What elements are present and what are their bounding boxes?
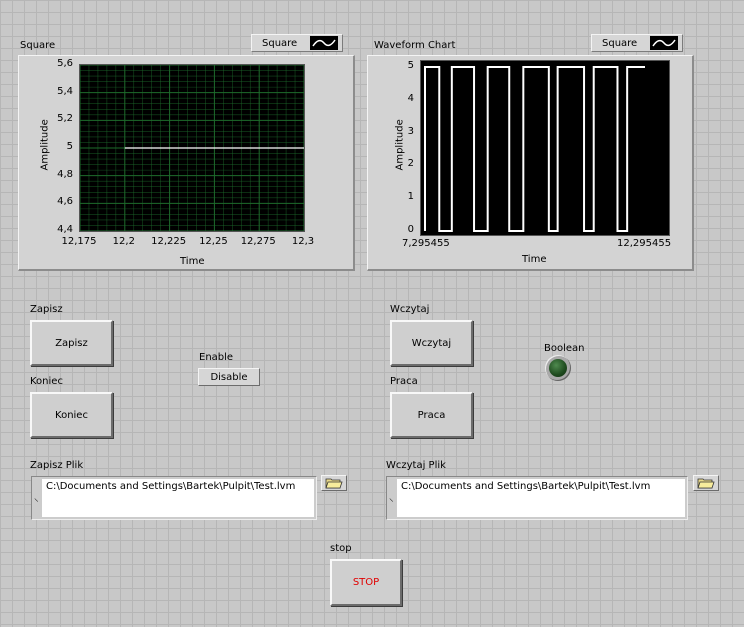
y-tick-label: 4,8 [57, 168, 73, 180]
zapisz-label: Zapisz [30, 304, 63, 315]
wczytaj-plik-path[interactable]: ⸜ C:\Documents and Settings\Bartek\Pulpi… [386, 476, 688, 520]
series-line [424, 66, 645, 232]
boolean-label: Boolean [544, 343, 585, 354]
enable-button[interactable]: Disable [198, 368, 260, 386]
y-tick-label: 3 [407, 125, 414, 137]
y-tick-label: 4,6 [57, 196, 73, 208]
graph2-ylabel: Amplitude [394, 119, 406, 171]
enable-label: Enable [199, 352, 234, 363]
zapisz-plik-label: Zapisz Plik [30, 460, 84, 471]
path-status-icon: ⸜ [34, 494, 39, 504]
graph1-label: Square [20, 40, 56, 51]
folder-open-icon [697, 478, 715, 489]
y-tick-label: 5,2 [57, 113, 73, 125]
x-tick-label: 7,295455 [402, 238, 450, 249]
wczytaj-plik-field[interactable]: C:\Documents and Settings\Bartek\Pulpit\… [397, 479, 685, 517]
zapisz-plik-browse-button[interactable] [321, 475, 347, 491]
path-status-icon: ⸜ [389, 494, 394, 504]
graph2-xlabel: Time [522, 254, 547, 265]
x-tick-label: 12,2 [112, 236, 135, 247]
graph1-plot-area[interactable] [79, 64, 305, 232]
praca-label: Praca [390, 376, 418, 387]
graph1-xlabel: Time [180, 256, 205, 267]
graph1-ylabel: Amplitude [39, 119, 51, 171]
graph2-plot-legend[interactable]: Square [591, 34, 683, 52]
x-tick-label: 12,25 [199, 236, 228, 247]
y-tick-label: 5 [407, 60, 414, 71]
graph2-svg [424, 66, 645, 232]
line-style-icon [310, 36, 338, 50]
folder-open-icon [325, 478, 343, 489]
wczytaj-plik-browse-button[interactable] [693, 475, 719, 491]
boolean-led[interactable] [545, 355, 571, 381]
wczytaj-label: Wczytaj [390, 304, 430, 315]
zapisz-plik-path[interactable]: ⸜ C:\Documents and Settings\Bartek\Pulpi… [31, 476, 317, 520]
line-style-icon [650, 36, 678, 50]
y-tick-label: 5 [66, 141, 73, 152]
y-tick-label: 2 [407, 158, 414, 170]
x-tick-label: 12,295455 [617, 238, 672, 249]
x-tick-label: 12,175 [61, 236, 97, 247]
graph1-svg [79, 64, 305, 232]
zapisz-button[interactable]: Zapisz [30, 320, 113, 366]
graph2-label: Waveform Chart [374, 40, 456, 51]
y-tick-label: 1 [407, 191, 414, 203]
graph2-plot-area[interactable] [420, 60, 670, 236]
stop-button[interactable]: STOP [330, 559, 402, 606]
wczytaj-button[interactable]: Wczytaj [390, 320, 473, 366]
praca-button[interactable]: Praca [390, 392, 473, 438]
koniec-button[interactable]: Koniec [30, 392, 113, 438]
wczytaj-plik-label: Wczytaj Plik [386, 460, 446, 471]
graph1-plot-legend[interactable]: Square [251, 34, 343, 52]
stop-label: stop [330, 543, 352, 554]
zapisz-plik-field[interactable]: C:\Documents and Settings\Bartek\Pulpit\… [42, 479, 314, 517]
y-tick-label: 4,4 [57, 224, 73, 235]
x-tick-label: 12,275 [240, 236, 276, 247]
legend-name: Square [602, 37, 638, 49]
y-tick-label: 4 [407, 92, 414, 104]
led-indicator-icon [549, 359, 567, 377]
x-tick-label: 12,225 [151, 236, 187, 247]
y-tick-label: 5,4 [57, 85, 73, 97]
koniec-label: Koniec [30, 376, 63, 387]
legend-name: Square [262, 37, 298, 49]
y-tick-label: 5,6 [57, 58, 73, 69]
x-tick-label: 12,3 [291, 236, 315, 247]
y-tick-label: 0 [407, 224, 414, 235]
